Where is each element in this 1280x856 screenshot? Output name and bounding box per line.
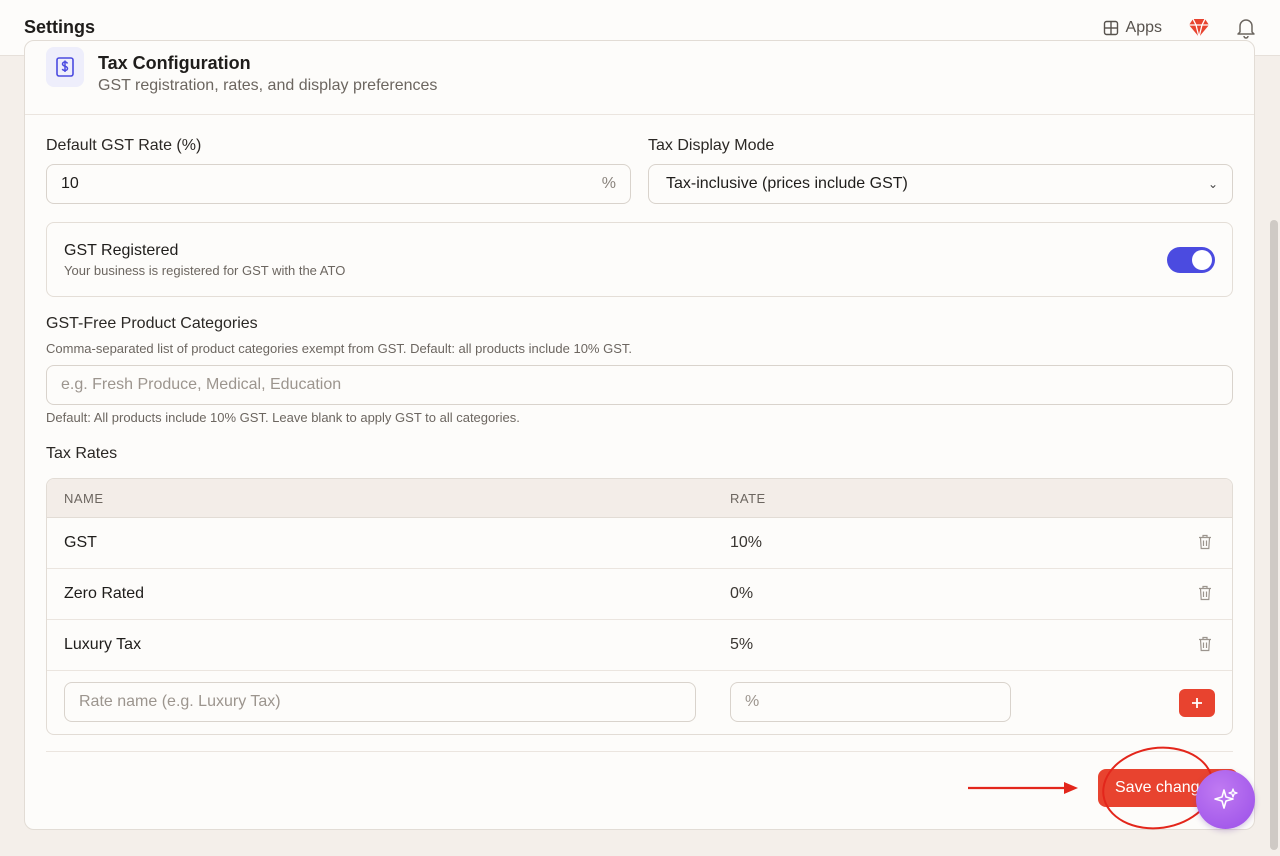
- tax-display-mode-select[interactable]: Tax-inclusive (prices include GST) ⌄: [648, 164, 1233, 204]
- percent-suffix: %: [601, 175, 616, 192]
- chevron-down-icon: ⌄: [1207, 177, 1218, 191]
- top-bar-actions: Apps: [1103, 17, 1256, 39]
- trash-icon[interactable]: [1198, 636, 1212, 652]
- notifications-bell-icon[interactable]: [1236, 17, 1256, 39]
- table-header: NAME RATE: [47, 479, 1232, 518]
- tax-display-mode-value: Tax-inclusive (prices include GST): [666, 175, 908, 192]
- card-subtitle: GST registration, rates, and display pre…: [98, 77, 438, 94]
- gst-registered-title: GST Registered: [64, 242, 179, 259]
- rate-name: Luxury Tax: [64, 636, 142, 653]
- plus-icon: [1192, 698, 1202, 708]
- gst-registered-description: Your business is registered for GST with…: [64, 263, 346, 278]
- new-rate-name-input[interactable]: [79, 693, 681, 711]
- table-row: Zero Rated 0%: [47, 569, 1232, 620]
- rate-value: 10%: [730, 534, 763, 551]
- trash-icon[interactable]: [1198, 585, 1212, 601]
- gst-free-label: GST-Free Product Categories: [46, 315, 258, 332]
- card-title: Tax Configuration: [98, 53, 251, 73]
- annotation-arrow-icon: [968, 782, 1078, 794]
- add-rate-row: [47, 671, 1232, 734]
- tax-configuration-card: Tax Configuration GST registration, rate…: [24, 40, 1255, 830]
- rate-value: 0%: [730, 585, 754, 602]
- table-row: Luxury Tax 5%: [47, 620, 1232, 671]
- page-scrollbar[interactable]: [1270, 220, 1278, 850]
- gst-free-description: Comma-separated list of product categori…: [46, 341, 632, 356]
- card-header: Tax Configuration GST registration, rate…: [25, 41, 1254, 115]
- rate-name: Zero Rated: [64, 585, 145, 602]
- gst-registered-panel: GST Registered Your business is register…: [46, 222, 1233, 297]
- gst-rate-field[interactable]: %: [46, 164, 631, 204]
- add-rate-button[interactable]: [1179, 689, 1215, 717]
- table-row: GST 10%: [47, 518, 1232, 569]
- column-header-name: NAME: [64, 491, 104, 506]
- gst-free-help: Default: All products include 10% GST. L…: [46, 410, 520, 425]
- toggle-knob: [1192, 250, 1212, 270]
- apps-button[interactable]: Apps: [1103, 19, 1162, 37]
- gst-free-field[interactable]: [46, 365, 1233, 405]
- rate-value: 5%: [730, 636, 754, 653]
- ai-assistant-button[interactable]: [1196, 770, 1255, 829]
- gst-registered-toggle[interactable]: [1167, 247, 1215, 273]
- gst-free-input[interactable]: [61, 376, 1218, 394]
- grid-icon: [1103, 20, 1118, 35]
- rate-name: GST: [64, 534, 97, 551]
- gem-icon[interactable]: [1188, 18, 1210, 38]
- new-rate-value-input[interactable]: [745, 693, 996, 711]
- page-title: Settings: [24, 17, 96, 37]
- tax-display-mode-label: Tax Display Mode: [648, 137, 775, 154]
- gst-rate-label: Default GST Rate (%): [46, 137, 202, 154]
- footer-divider: [46, 751, 1233, 752]
- new-rate-name-field[interactable]: [64, 682, 696, 722]
- sparkle-icon: [1213, 787, 1238, 809]
- new-rate-value-field[interactable]: [730, 682, 1011, 722]
- trash-icon[interactable]: [1198, 534, 1212, 550]
- apps-label: Apps: [1125, 18, 1162, 36]
- gst-rate-input[interactable]: [61, 175, 594, 193]
- dollar-receipt-icon: [46, 47, 84, 87]
- tax-rates-table: NAME RATE GST 10% Zero Rated 0% Luxury T…: [46, 478, 1233, 735]
- column-header-rate: RATE: [730, 491, 766, 506]
- tax-rates-label: Tax Rates: [46, 445, 118, 462]
